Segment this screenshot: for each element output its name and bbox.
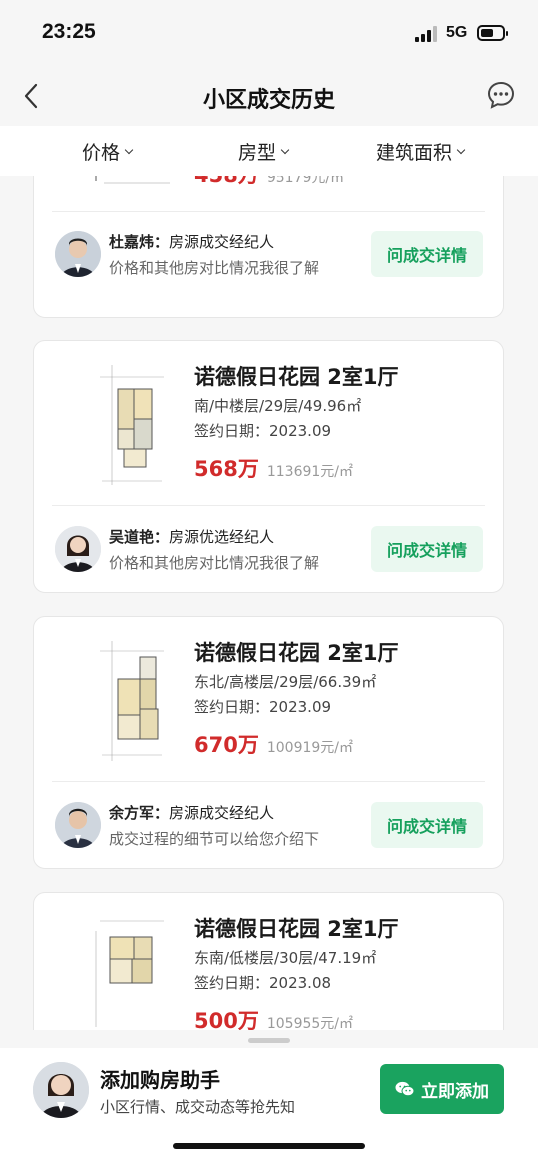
agent-avatar[interactable] [55,231,101,277]
listing-title: 诺德假日花园 2室1厅 [194,917,399,941]
agent-name: 杜嘉炜：房源成交经纪人 [109,233,275,251]
total-price: 500万 [194,1009,259,1030]
divider [52,211,485,212]
agent-avatar[interactable] [55,526,101,572]
filter-label: 价格 [82,142,121,164]
chevron-down-icon [456,145,466,154]
chat-bubble-icon[interactable] [486,80,516,110]
floor-plan-image [100,365,164,485]
ask-deal-details-button[interactable]: 问成交详情 [371,802,483,848]
filter-bar: 价格 房型 建筑面积 [0,126,538,176]
signed-date: 签约日期：2023.09 [194,698,332,716]
agent-name: 吴道艳：房源优选经纪人 [109,528,275,546]
signal-icon [415,26,439,42]
sheet-handle[interactable] [248,1038,290,1043]
filter-area[interactable]: 建筑面积 [376,138,466,165]
ask-deal-details-button[interactable]: 问成交详情 [371,526,483,572]
status-time: 23:25 [42,20,96,43]
chevron-down-icon [280,145,290,154]
agent-quote: 成交过程的细节可以给您介绍下 [109,830,320,848]
unit-price: 113691元/㎡ [266,464,354,480]
divider [52,781,485,782]
ask-deal-details-button[interactable]: 问成交详情 [371,231,483,277]
listing-detail: 东南/低楼层/30层/47.19㎡ [194,949,377,967]
unit-price: 100919元/㎡ [266,740,354,756]
agent-name: 余方军：房源成交经纪人 [109,804,275,822]
signed-date: 签约日期：2023.08 [194,974,332,992]
deal-history-list[interactable]: 458万 95179元/㎡ 杜嘉炜：房源成交经纪人 价格和其他房对比情况我很了解… [0,176,538,1030]
filter-layout[interactable]: 房型 [238,138,290,165]
divider [52,505,485,506]
signed-date: 签约日期：2023.09 [194,422,332,440]
chevron-down-icon [124,145,134,154]
filter-label: 建筑面积 [376,142,453,164]
unit-price: 105955元/㎡ [266,1016,354,1030]
unit-price: 95179元/㎡ [266,176,345,186]
agent-quote: 价格和其他房对比情况我很了解 [109,259,320,277]
deal-card[interactable]: 诺德假日花园 2室1厅 东南/低楼层/30层/47.19㎡ 签约日期：2023.… [33,892,504,1030]
agent-quote: 价格和其他房对比情况我很了解 [109,554,320,572]
assistant-subtitle: 小区行情、成交动态等抢先知 [100,1098,296,1116]
add-assistant-button[interactable]: 立即添加 [380,1064,504,1114]
home-indicator[interactable] [173,1143,365,1149]
filter-price[interactable]: 价格 [82,138,134,165]
total-price: 458万 [194,176,259,189]
add-button-label: 立即添加 [421,1081,489,1102]
network-label: 5G [446,24,468,41]
price-row: 568万 113691元/㎡ [194,453,353,483]
floor-plan-image [100,641,164,761]
nav-bar: 小区成交历史 [0,66,538,126]
floor-plan-image [95,176,170,184]
deal-card[interactable]: 诺德假日花园 2室1厅 东北/高楼层/29层/66.39㎡ 签约日期：2023.… [33,616,504,869]
total-price: 670万 [194,733,259,757]
deal-card[interactable]: 458万 95179元/㎡ 杜嘉炜：房源成交经纪人 价格和其他房对比情况我很了解… [33,176,504,318]
price-row: 670万 100919元/㎡ [194,729,353,759]
assistant-avatar [33,1062,89,1118]
filter-label: 房型 [238,142,277,164]
listing-detail: 东北/高楼层/29层/66.39㎡ [194,673,377,691]
total-price: 568万 [194,457,259,481]
listing-title: 诺德假日花园 2室1厅 [194,365,399,389]
floor-plan-image [95,920,164,1027]
status-bar: 23:25 5G [0,0,538,66]
page-title: 小区成交历史 [202,88,335,113]
price-row: 458万 95179元/㎡ [194,176,344,189]
agent-avatar[interactable] [55,802,101,848]
wechat-icon [395,1081,415,1097]
listing-title: 诺德假日花园 2室1厅 [194,641,399,665]
deal-card[interactable]: 诺德假日花园 2室1厅 南/中楼层/29层/49.96㎡ 签约日期：2023.0… [33,340,504,593]
listing-detail: 南/中楼层/29层/49.96㎡ [194,397,362,415]
battery-icon [477,25,508,41]
price-row: 500万 105955元/㎡ [194,1005,353,1030]
assistant-bar: 添加购房助手 小区行情、成交动态等抢先知 立即添加 [0,1048,538,1163]
assistant-title: 添加购房助手 [100,1068,220,1092]
